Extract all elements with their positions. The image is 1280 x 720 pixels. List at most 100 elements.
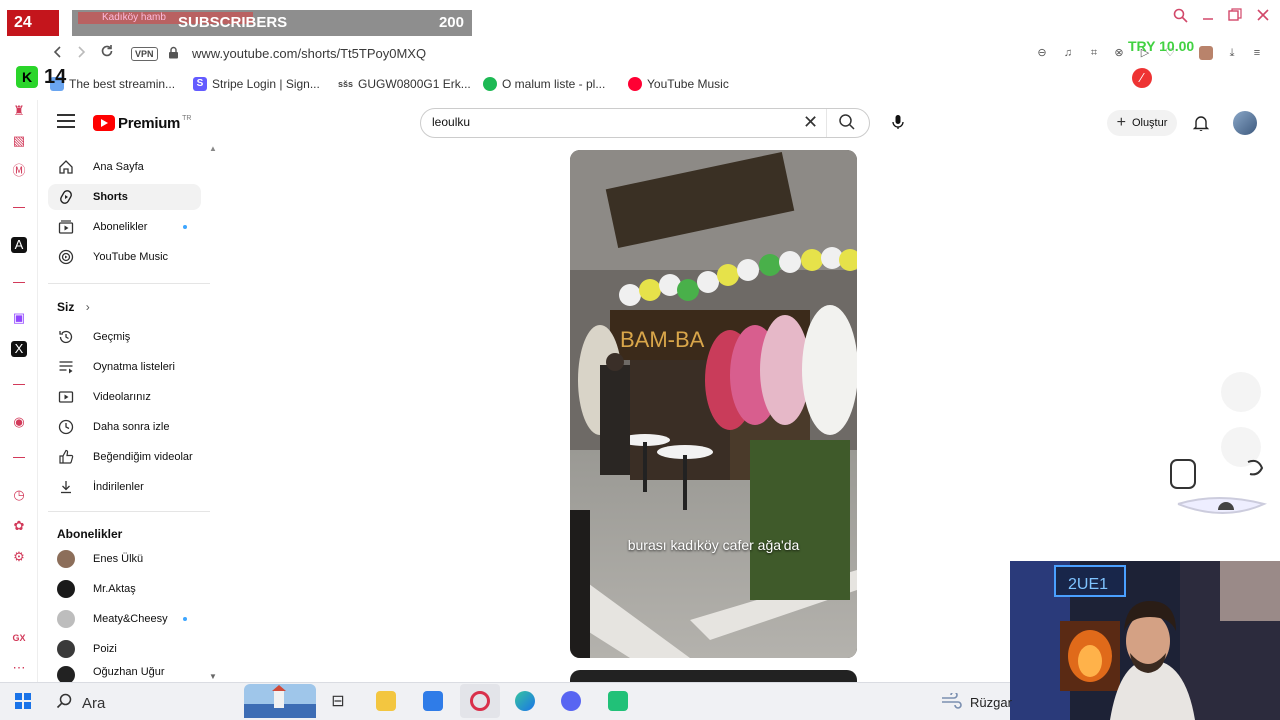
sidebar-divider — [13, 457, 25, 458]
short-caption: burası kadıköy cafer ağa'da — [627, 537, 800, 553]
screen: VPN www.youtube.com/shorts/Tt5TPoy0MXQ ⊖… — [0, 0, 1280, 720]
sidebar-item-watch-later[interactable]: Daha sonra izle — [48, 414, 201, 440]
extensions-icon[interactable]: ✿ — [11, 518, 27, 534]
search-input[interactable]: leoulku — [432, 115, 470, 129]
adblock-icon[interactable]: ⊗ — [1112, 46, 1126, 60]
twitch-icon[interactable]: ▣ — [11, 310, 27, 326]
next-short-video[interactable] — [570, 670, 857, 682]
sidebar-item-your-videos[interactable]: Videolarınız — [48, 384, 201, 410]
more-icon[interactable]: ⋯ — [11, 660, 27, 676]
maximize-icon[interactable] — [1228, 8, 1242, 26]
app-taskbar-icon[interactable] — [608, 691, 628, 711]
youtube-play-icon — [93, 115, 115, 131]
aria-icon[interactable]: ♜ — [11, 103, 27, 119]
sidebar-channel[interactable]: Enes Ülkü — [48, 546, 201, 572]
sidebar-item-downloads[interactable]: İndirilenler — [48, 474, 201, 500]
create-button[interactable]: + Oluştur — [1107, 110, 1177, 136]
channel-avatar — [57, 640, 75, 658]
account-avatar[interactable] — [1233, 111, 1257, 135]
player-sidebar-icon[interactable]: ◉ — [11, 414, 27, 430]
search-highlight-image[interactable] — [244, 684, 316, 718]
microsoft-store-icon[interactable] — [423, 691, 443, 711]
close-icon[interactable] — [1256, 8, 1270, 26]
sidebar-item-youtube-music[interactable]: YouTube Music — [48, 244, 201, 270]
sidebar-divider — [48, 511, 210, 512]
sidebar-item-shorts[interactable]: Shorts — [48, 184, 201, 210]
clear-search-icon[interactable]: ✕ — [803, 113, 818, 131]
microphone-icon[interactable] — [889, 113, 909, 133]
subscriptions-icon — [57, 218, 75, 236]
history-icon — [57, 328, 75, 346]
search-icon[interactable] — [838, 113, 858, 133]
snapshot-icon[interactable]: ⌗ — [1087, 46, 1101, 60]
sidebar-item-subscriptions[interactable]: Abonelikler — [48, 214, 201, 240]
reload-icon[interactable] — [97, 43, 117, 63]
x-icon[interactable]: X — [11, 341, 27, 357]
bookmark-item[interactable]: sšs GUGW0800G1 Erk... — [338, 77, 471, 91]
wind-icon — [940, 691, 962, 712]
file-explorer-icon[interactable] — [376, 691, 396, 711]
vpn-badge[interactable]: VPN — [131, 47, 158, 61]
sidebar-item-playlists[interactable]: Oynatma listeleri — [48, 354, 201, 380]
bookmark-item[interactable]: YouTube Music — [628, 77, 729, 91]
forward-icon[interactable] — [72, 43, 92, 63]
youtube-logo[interactable]: Premium TR — [93, 114, 191, 132]
sidebar-divider — [13, 207, 25, 208]
taskbar-search[interactable]: Ara — [56, 693, 105, 713]
playlists-icon — [57, 358, 75, 376]
settings-icon[interactable]: ⚙ — [11, 549, 27, 565]
profile-icon[interactable] — [1199, 46, 1213, 60]
scroll-up-icon[interactable]: ▲ — [209, 144, 217, 153]
subscribers-counter: Kadıköy hamb SUBSCRIBERS 200 — [72, 10, 472, 36]
weather-widget[interactable]: Rüzgar — [940, 691, 1012, 712]
sidebar-item-history[interactable]: Geçmiş — [48, 324, 201, 350]
clock-icon[interactable]: ◷ — [11, 487, 27, 503]
kick-counter: K 14 — [12, 64, 70, 90]
scroll-down-icon[interactable]: ▼ — [209, 672, 217, 681]
gx-icon[interactable]: GX — [11, 630, 27, 646]
sidebar-item-home[interactable]: Ana Sayfa — [48, 154, 201, 180]
bell-icon[interactable] — [1192, 114, 1210, 132]
bookmark-item[interactable]: O malum liste - pl... — [483, 77, 605, 91]
bookmark-favicon-icon: sšs — [338, 79, 354, 89]
pinboard-icon[interactable]: ▧ — [11, 133, 27, 149]
minimize-icon[interactable] — [1202, 8, 1214, 26]
opera-sidebar — [0, 100, 38, 682]
bookmark-item[interactable]: S Stripe Login | Sign... — [193, 77, 320, 91]
download-icon[interactable]: ⤓ — [1225, 46, 1239, 60]
hamburger-icon[interactable] — [57, 114, 75, 130]
url-field[interactable]: www.youtube.com/shorts/Tt5TPoy0MXQ — [192, 46, 426, 61]
new-content-dot — [183, 225, 187, 229]
sidebar-channel[interactable]: Poizi — [48, 636, 201, 662]
task-view-icon[interactable]: ⊟ — [328, 691, 348, 711]
stripe-icon: S — [193, 77, 207, 91]
sidebar-channel[interactable]: Mr.Aktaş — [48, 576, 201, 602]
discord-icon[interactable] — [561, 691, 581, 711]
app-icon[interactable]: A — [11, 237, 27, 253]
short-video[interactable]: BAM-BA — [570, 150, 857, 658]
search-divider — [826, 109, 827, 137]
channel-avatar — [57, 580, 75, 598]
sidebar-item-liked-videos[interactable]: Beğendiğim videolar — [48, 444, 201, 470]
notification-toolbar-icon[interactable]: ♫ — [1061, 46, 1075, 60]
zoom-icon[interactable]: ⊖ — [1035, 46, 1049, 60]
donation-amount: TRY 10.00 — [1128, 38, 1195, 54]
windows-start-icon[interactable] — [15, 693, 31, 709]
sidebar-channel[interactable]: Oğuzhan Uğur — [48, 666, 201, 682]
sidebar-divider — [13, 384, 25, 385]
previous-short-button[interactable] — [1221, 372, 1261, 412]
home-icon — [57, 158, 75, 176]
back-icon[interactable] — [47, 43, 67, 63]
edge-icon[interactable] — [515, 691, 535, 711]
watch-later-icon — [57, 418, 75, 436]
kick-icon: K — [16, 66, 38, 88]
shorts-icon — [57, 188, 75, 206]
sidebar-divider — [13, 282, 25, 283]
sidebar-channel[interactable]: Meaty&Cheesy — [48, 606, 201, 632]
gmail-icon[interactable]: Ⓜ — [11, 163, 27, 179]
menu-icon[interactable]: ≡ — [1250, 46, 1264, 60]
sidebar-section-you[interactable]: Siz › — [57, 300, 90, 314]
browser-search-icon[interactable] — [1173, 8, 1188, 26]
lock-icon[interactable] — [168, 46, 179, 62]
youtube-music-icon — [57, 248, 75, 266]
